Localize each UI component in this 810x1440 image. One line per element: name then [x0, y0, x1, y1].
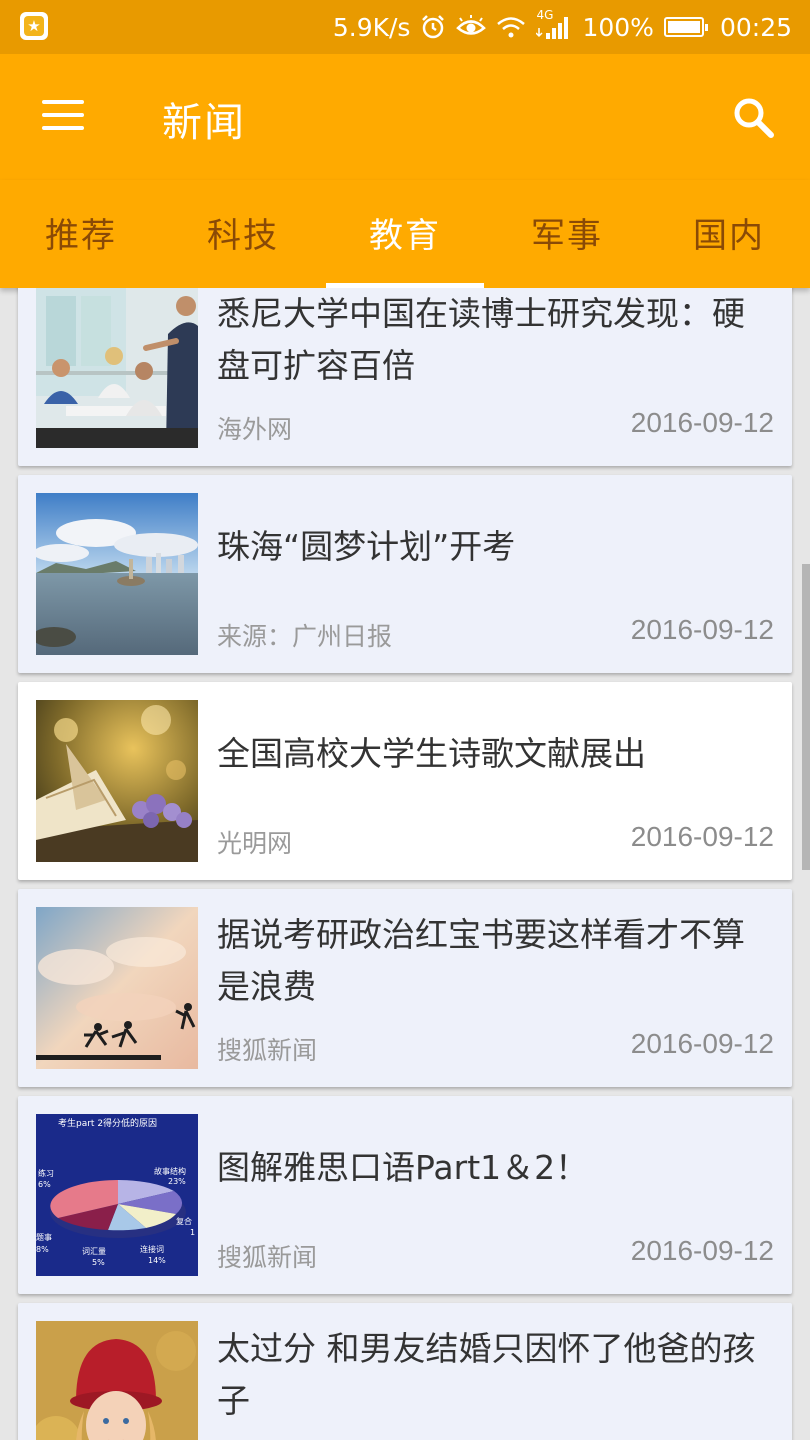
news-title: 全国高校大学生诗歌文献展出 [217, 734, 646, 773]
thumb-pct-vocab: 5% [92, 1258, 105, 1267]
hamburger-menu-icon[interactable] [42, 100, 86, 132]
thumb-label-topic: 题事 [36, 1232, 52, 1242]
thumb-label-story: 故事结构 [154, 1166, 186, 1176]
news-item[interactable]: 珠海“圆梦计划”开考 来源：广州日报 2016-09-12 [18, 475, 792, 673]
tab-military[interactable]: 军事 [486, 180, 648, 288]
battery-icon [663, 17, 708, 37]
news-source: 光明网 [217, 829, 293, 858]
news-item[interactable]: 悉尼大学中国在读博士研究发现：硬盘可扩容百倍 海外网 2016-09-12 [18, 288, 792, 466]
alarm-icon [422, 15, 445, 39]
news-item[interactable]: 考生part 2得分低的原因 故事结构 23% 练习 6% 复合 1 题事 8% [18, 1096, 792, 1294]
app-bar: 新闻 [0, 54, 810, 180]
news-thumbnail [36, 288, 198, 448]
news-title: 悉尼大学中国在读博士研究发现：硬盘可扩容百倍 [217, 294, 745, 385]
news-item[interactable]: 太过分 和男友结婚只因怀了他爸的孩子 [18, 1303, 792, 1440]
wifi-icon [497, 17, 526, 38]
news-title: 珠海“圆梦计划”开考 [217, 527, 516, 566]
thumb-label-practice: 练习 [38, 1168, 54, 1178]
network-speed: 5.9K/s [332, 12, 411, 42]
news-source: 搜狐新闻 [217, 1036, 318, 1065]
news-title: 据说考研政治红宝书要这样看才不算是浪费 [217, 915, 745, 1006]
news-date: 2016-09-12 [630, 1028, 774, 1059]
clock: 00:25 [719, 12, 792, 42]
tab-recommend[interactable]: 推荐 [0, 180, 162, 288]
news-date: 2016-09-12 [630, 821, 774, 852]
thumb-pct-practice: 6% [38, 1180, 51, 1189]
news-item[interactable]: 据说考研政治红宝书要这样看才不算是浪费 搜狐新闻 2016-09-12 [18, 889, 792, 1087]
tab-domestic[interactable]: 国内 [648, 180, 810, 288]
battery-percent: 100% [582, 12, 654, 42]
search-icon[interactable] [732, 96, 776, 140]
news-thumbnail [36, 493, 198, 655]
status-bar: ★ 5.9K/s 4G 100% 00:25 [0, 0, 810, 54]
news-thumbnail [36, 1321, 198, 1440]
thumb-label-conn: 连接词 [140, 1244, 164, 1254]
news-title: 太过分 和男友结婚只因怀了他爸的孩子 [217, 1329, 756, 1420]
news-date: 2016-09-12 [630, 407, 774, 438]
category-tabs: 推荐 科技 教育 军事 国内 [0, 180, 810, 288]
news-list-container[interactable]: 悉尼大学中国在读博士研究发现：硬盘可扩容百倍 海外网 2016-09-12 珠海… [0, 288, 810, 1440]
thumb-pct-topic: 8% [36, 1245, 49, 1254]
news-source: 海外网 [217, 415, 293, 444]
status-bar-right: 5.9K/s 4G 100% 00:25 [333, 0, 792, 54]
news-date: 2016-09-12 [630, 614, 774, 645]
news-item[interactable]: 全国高校大学生诗歌文献展出 光明网 2016-09-12 [18, 682, 792, 880]
app-notification-icon: ★ [20, 12, 48, 40]
thumb-label-vocab: 词汇量 [82, 1247, 106, 1256]
tab-tech[interactable]: 科技 [162, 180, 324, 288]
eye-icon [456, 15, 487, 35]
thumb-label-fuhe: 复合 [176, 1216, 192, 1226]
thumb-pct-conn: 14% [148, 1256, 166, 1265]
thumb-pct-story: 23% [168, 1177, 186, 1186]
tab-education[interactable]: 教育 [324, 180, 486, 288]
news-thumbnail [36, 907, 198, 1069]
thumb-chart-title: 考生part 2得分低的原因 [58, 1117, 157, 1129]
news-date: 2016-09-12 [630, 1235, 774, 1266]
scrollbar[interactable] [802, 564, 810, 870]
thumb-pct-fuhe: 1 [190, 1228, 195, 1237]
news-title: 图解雅思口语Part1＆2！ [217, 1148, 589, 1187]
news-source: 来源：广州日报 [217, 622, 393, 651]
news-thumbnail: 考生part 2得分低的原因 故事结构 23% 练习 6% 复合 1 题事 8% [36, 1114, 198, 1276]
page-title: 新闻 [162, 100, 246, 146]
signal-icon: 4G [536, 8, 572, 40]
news-thumbnail [36, 700, 198, 862]
news-source: 搜狐新闻 [217, 1243, 318, 1272]
